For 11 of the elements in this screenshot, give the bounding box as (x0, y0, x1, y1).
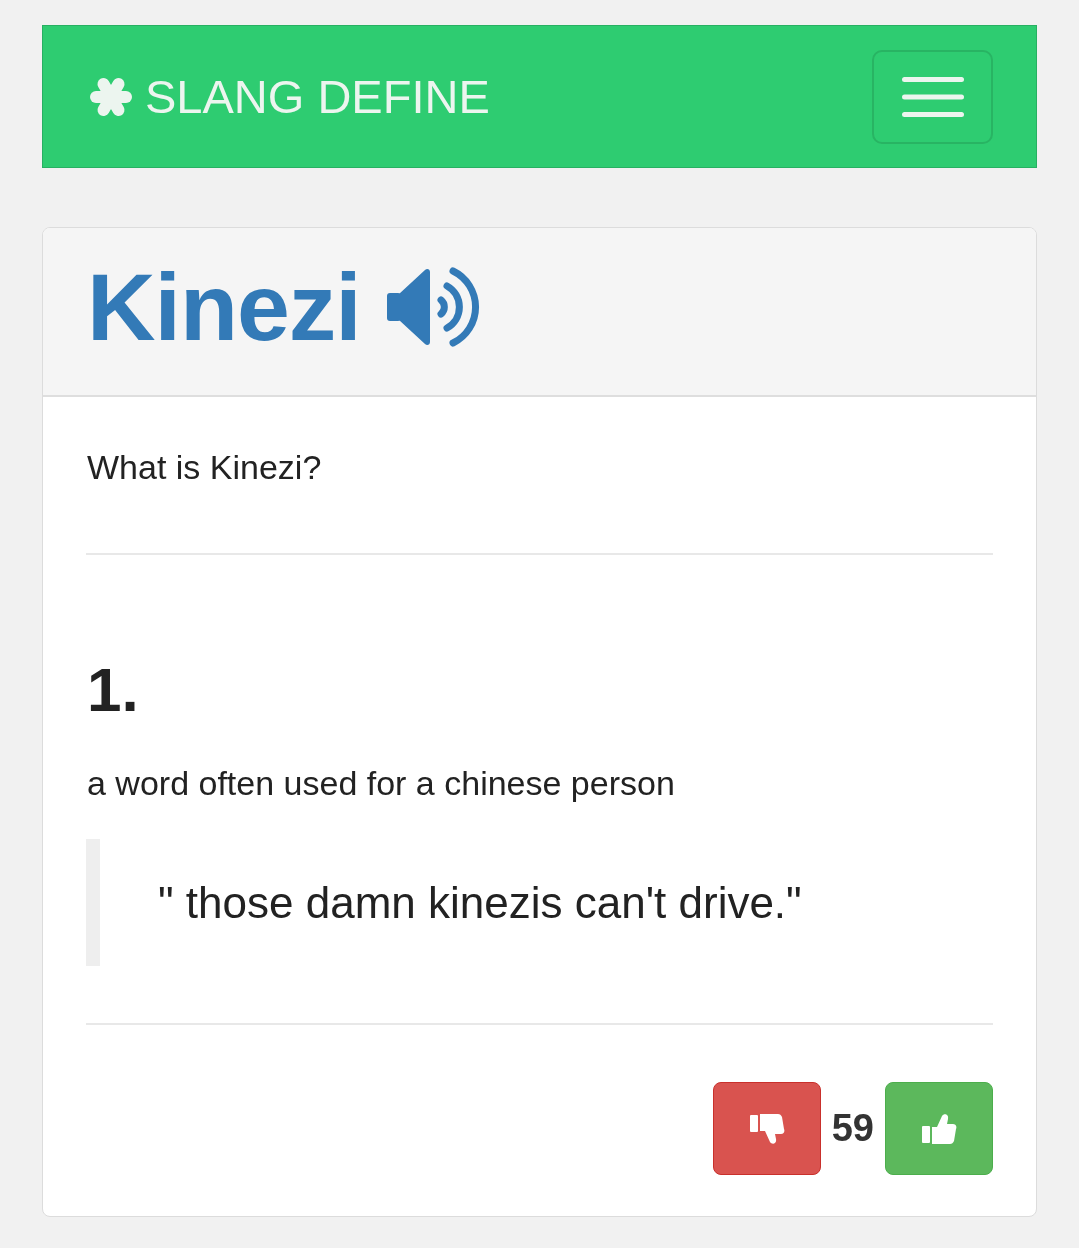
vote-count: 59 (831, 1107, 874, 1150)
menu-button[interactable] (872, 49, 993, 144)
definition-text: a word often used for a chinese person (87, 763, 676, 804)
menu-icon (901, 76, 964, 117)
downvote-button[interactable] (712, 1082, 821, 1175)
definition-number: 1. (87, 655, 140, 725)
site-title[interactable]: SLANG DEFINE (145, 68, 490, 125)
question-text: What is Kinezi? (87, 447, 323, 488)
example-quote: " those damn kinezis can't drive." (86, 839, 993, 966)
upvote-button[interactable] (885, 1082, 993, 1175)
word-title: Kinezi (87, 252, 361, 362)
